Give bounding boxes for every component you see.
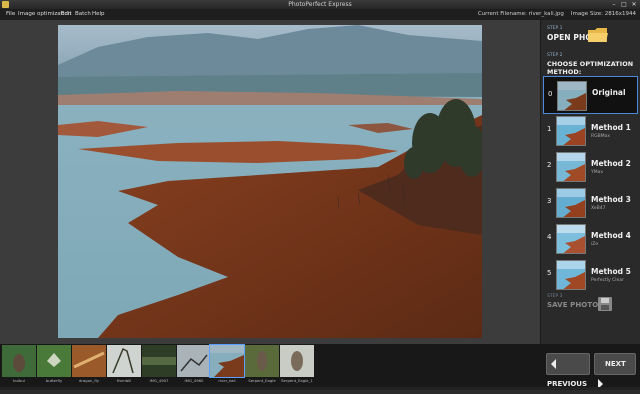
thumbnail-label: dragon_fly: [79, 378, 99, 383]
thumbnail-strip: bulbul butterfly dragon_fly Hornbill IMG…: [0, 344, 640, 390]
method-thumbnail: [556, 116, 586, 146]
thumbnail-label: river_kali: [218, 378, 236, 383]
thumbnail-item[interactable]: Serpent_Eagle: [245, 344, 279, 386]
method-4[interactable]: 4 Method 4 iZe: [543, 220, 638, 258]
thumbnail-item[interactable]: bulbul: [2, 344, 36, 386]
window-controls: – □ ✕: [610, 1, 638, 8]
method-subtitle: XeB47: [591, 206, 606, 211]
current-filename: Current Filename: river_kali.jpg: [477, 11, 564, 17]
folder-icon[interactable]: [587, 26, 609, 44]
photo-workspace: [0, 20, 540, 344]
step1-label: STEP 1: [547, 26, 563, 31]
method-thumbnail: [556, 188, 586, 218]
thumbnail-item[interactable]: Serpent_Eagle_1: [280, 344, 314, 386]
menu-help[interactable]: Help: [92, 9, 105, 20]
method-thumbnail: [557, 81, 587, 111]
file-info: Current Filename: river_kali.jpg Image S…: [478, 9, 636, 20]
thumbnail-item[interactable]: Hornbill: [107, 344, 141, 386]
method-number: 3: [547, 197, 552, 205]
thumbnail-label: bulbul: [13, 378, 25, 383]
previous-button[interactable]: PREVIOUS: [546, 353, 590, 388]
method-subtitle: Perfectly Clear: [591, 278, 624, 283]
thumbnail-label: Serpent_Eagle_1: [281, 378, 313, 383]
thumbnail-image: [142, 345, 176, 377]
method-2[interactable]: 2 Method 2 YMax: [543, 148, 638, 186]
method-number: 1: [547, 125, 552, 133]
thumbnail-label: Hornbill: [116, 378, 132, 383]
image-size: Image Size: 2816x1944: [570, 11, 636, 17]
maximize-icon[interactable]: □: [620, 1, 628, 8]
optimization-panel: STEP 1 OPEN PHOTO STEP 2 CHOOSE OPTIMIZA…: [540, 20, 640, 344]
method-original[interactable]: 0 Original: [543, 76, 638, 114]
main-photo[interactable]: [58, 25, 482, 338]
method-1[interactable]: 1 Method 1 RGBMax: [543, 112, 638, 150]
method-name: Method 3: [591, 195, 631, 204]
landscape-image: [58, 25, 482, 338]
next-button[interactable]: NEXT: [594, 353, 636, 389]
thumbnail-image: [280, 345, 314, 377]
thumbnail-label: IMG_4960: [184, 378, 204, 383]
next-label: NEXT: [605, 360, 626, 368]
thumbnail-image: [37, 345, 71, 377]
window-title: PhotoPerfect Express: [288, 1, 352, 8]
thumbnail-image: [107, 345, 141, 377]
title-bar: PhotoPerfect Express – □ ✕: [0, 0, 640, 9]
thumbnail-item-selected[interactable]: river_kali: [209, 344, 245, 386]
method-thumbnail: [556, 260, 586, 290]
thumbnail-label: IMG_4907: [149, 378, 169, 383]
thumbnail-item[interactable]: IMG_4907: [142, 344, 176, 386]
thumbnail-image: [2, 345, 36, 377]
method-number: 2: [547, 161, 552, 169]
method-name: Method 2: [591, 159, 631, 168]
method-thumbnail: [556, 152, 586, 182]
method-3[interactable]: 3 Method 3 XeB47: [543, 184, 638, 222]
method-name: Method 1: [591, 123, 631, 132]
step3-label: STEP 3: [547, 294, 563, 299]
thumbnail-item[interactable]: IMG_4960: [177, 344, 211, 386]
method-subtitle: RGBMax: [591, 134, 611, 139]
thumbnail-item[interactable]: butterfly: [37, 344, 71, 386]
thumbnail-label: Serpent_Eagle: [248, 378, 276, 383]
menu-edit[interactable]: Edit: [61, 9, 72, 20]
method-thumbnail: [556, 224, 586, 254]
thumbnail-image: [209, 344, 245, 378]
menu-bar: File Image optimization Edit Batch Help …: [0, 9, 640, 20]
thumbnail-item[interactable]: dragon_fly: [72, 344, 106, 386]
thumbnail-label: butterfly: [45, 378, 63, 383]
step2-label: STEP 2: [547, 53, 563, 58]
method-subtitle: YMax: [591, 170, 604, 175]
method-name: Original: [592, 88, 626, 97]
thumbnail-image: [72, 345, 106, 377]
save-icon[interactable]: [597, 296, 613, 312]
menu-file[interactable]: File: [6, 9, 15, 20]
choose-method-label: CHOOSE OPTIMIZATION METHOD:: [547, 60, 634, 76]
method-number: 5: [547, 269, 552, 277]
method-number: 4: [547, 233, 552, 241]
menu-batch[interactable]: Batch: [75, 9, 91, 20]
arrow-left-icon: [551, 359, 556, 369]
close-icon[interactable]: ✕: [630, 1, 638, 8]
thumbnail-image: [245, 345, 279, 377]
method-name: Method 4: [591, 231, 631, 240]
app-icon: [2, 1, 9, 8]
method-5[interactable]: 5 Method 5 Perfectly Clear: [543, 256, 638, 294]
method-subtitle: iZe: [591, 242, 599, 247]
thumbnail-image: [177, 345, 211, 377]
minimize-icon[interactable]: –: [610, 1, 618, 8]
method-name: Method 5: [591, 267, 631, 276]
method-number: 0: [548, 90, 553, 98]
